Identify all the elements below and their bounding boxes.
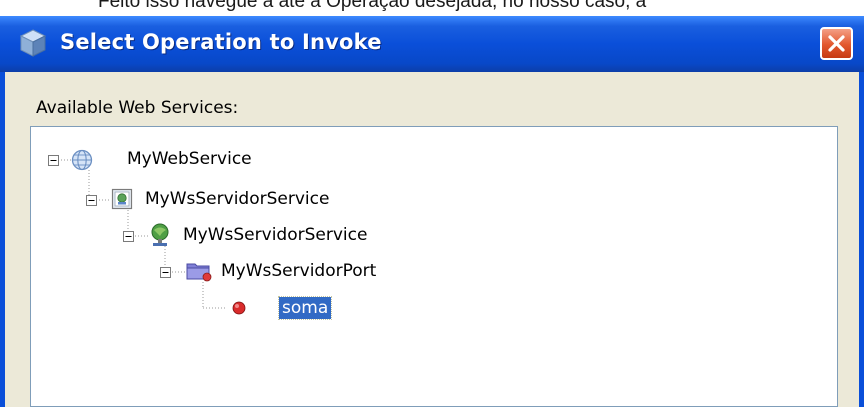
collapse-toggle-icon[interactable] <box>86 195 97 206</box>
tree-node-label-selected: soma <box>277 296 333 320</box>
service-endpoint-icon <box>151 223 169 246</box>
tree-connector-lines <box>58 159 227 309</box>
close-icon <box>828 35 845 52</box>
tree-node-label: MyWsServidorService <box>183 225 368 245</box>
close-button[interactable] <box>820 27 853 60</box>
title-bar[interactable]: Select Operation to Invoke <box>0 16 864 72</box>
collapse-toggle-icon[interactable] <box>48 155 59 166</box>
tree-node-label: MyWsServidorPort <box>221 261 377 281</box>
collapse-toggle-icon[interactable] <box>123 231 134 242</box>
tree-node-label: MyWebService <box>127 149 252 169</box>
web-services-tree[interactable]: MyWebService MyWsServidorService MyWsSer… <box>30 126 838 407</box>
cube-icon <box>19 29 47 57</box>
port-folder-icon <box>186 263 212 282</box>
window-frame-right <box>859 72 864 407</box>
available-services-label: Available Web Services: <box>36 98 239 118</box>
dialog-title: Select Operation to Invoke <box>60 30 382 54</box>
globe-icon <box>71 149 93 171</box>
document-text: Feito isso navegue a até a Operação dese… <box>98 0 647 12</box>
service-icon <box>111 188 133 210</box>
operation-icon <box>232 301 246 315</box>
tree-node-label: MyWsServidorService <box>145 189 330 209</box>
window-frame-left <box>0 72 5 407</box>
collapse-toggle-icon[interactable] <box>160 267 171 278</box>
